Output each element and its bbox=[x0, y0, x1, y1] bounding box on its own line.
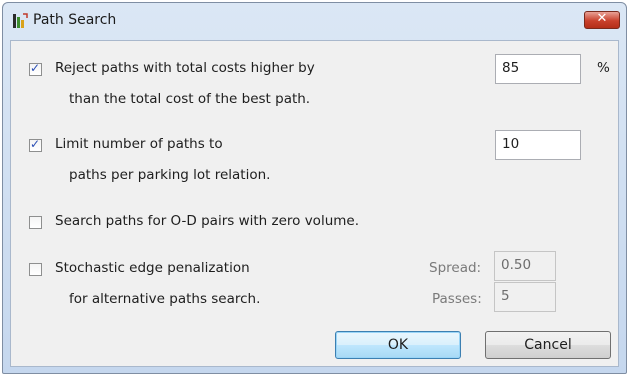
reject-paths-label: Reject paths with total costs higher by bbox=[55, 60, 315, 76]
stochastic-checkbox[interactable] bbox=[29, 263, 42, 276]
spread-input[interactable]: 0.50 bbox=[494, 251, 556, 281]
limit-paths-checkbox[interactable]: ✓ bbox=[29, 137, 42, 152]
reject-paths-label-line2: than the total cost of the best path. bbox=[69, 91, 311, 107]
close-icon: ✕ bbox=[596, 11, 608, 26]
zero-volume-checkbox[interactable] bbox=[29, 216, 42, 229]
stochastic-label: Stochastic edge penalization bbox=[55, 260, 250, 276]
window-title: Path Search bbox=[33, 12, 117, 28]
zero-volume-label: Search paths for O-D pairs with zero vol… bbox=[55, 213, 360, 229]
ok-button[interactable]: OK bbox=[335, 331, 461, 359]
stochastic-label-line2: for alternative paths search. bbox=[69, 291, 261, 307]
percent-unit-label: % bbox=[597, 60, 610, 76]
checkmark-icon: ✓ bbox=[30, 61, 41, 75]
checkmark-icon: ✓ bbox=[30, 137, 41, 151]
limit-paths-label: Limit number of paths to bbox=[55, 136, 223, 152]
reject-percent-input[interactable]: 85 bbox=[495, 54, 581, 84]
traffic-route-icon bbox=[11, 12, 29, 30]
title-bar[interactable]: Path Search ✕ bbox=[3, 3, 626, 39]
reject-paths-checkbox[interactable]: ✓ bbox=[29, 61, 42, 76]
passes-label: Passes: bbox=[432, 291, 482, 307]
path-search-dialog: Path Search ✕ ✓ Reject paths with total … bbox=[2, 2, 627, 374]
dialog-body: ✓ Reject paths with total costs higher b… bbox=[10, 40, 619, 367]
passes-input[interactable]: 5 bbox=[494, 282, 556, 312]
spread-label: Spread: bbox=[429, 260, 482, 276]
limit-paths-label-line2: paths per parking lot relation. bbox=[69, 167, 271, 183]
cancel-button[interactable]: Cancel bbox=[485, 331, 611, 359]
close-button[interactable]: ✕ bbox=[584, 11, 620, 29]
limit-paths-input[interactable]: 10 bbox=[495, 130, 581, 160]
